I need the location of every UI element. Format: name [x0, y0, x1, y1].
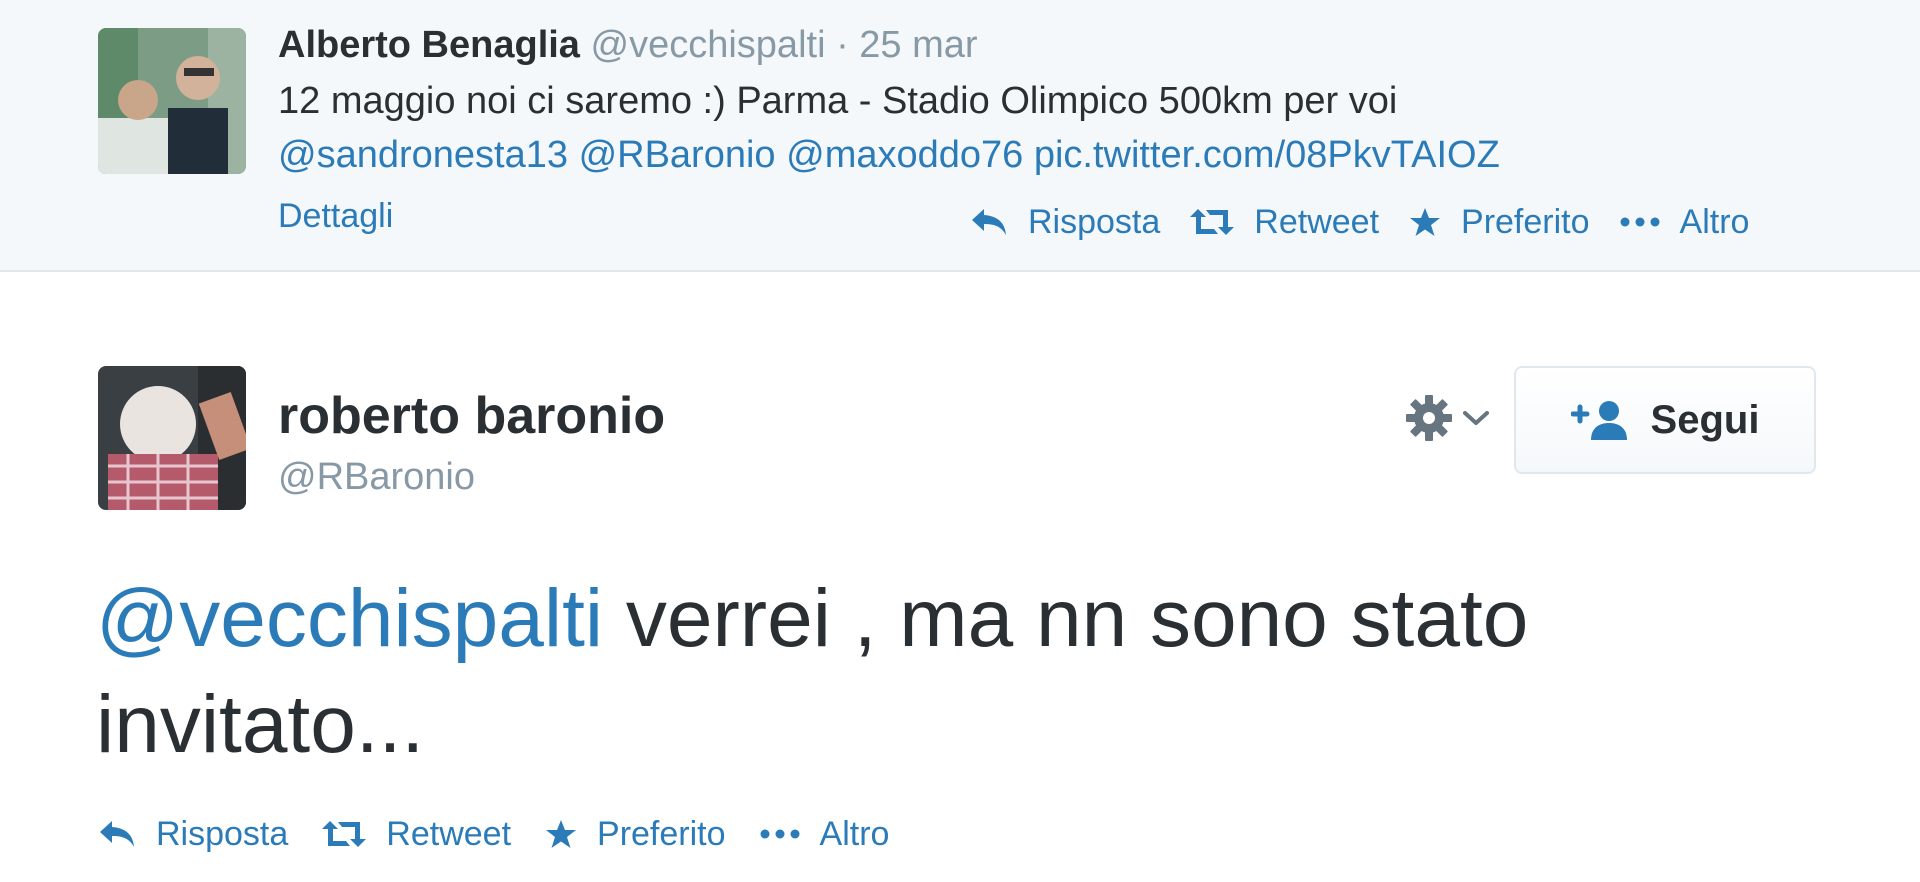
parent-tweet: Alberto Benaglia @vecchispalti · 25 mar … — [0, 0, 1920, 272]
favorite-button[interactable]: Preferito — [1409, 203, 1590, 242]
main-tweet-text: @vecchispalti verrei , ma nn sono stato … — [96, 566, 1796, 778]
retweet-button[interactable]: Retweet — [1190, 203, 1379, 242]
retweet-label: Retweet — [386, 814, 512, 853]
parent-tweet-date[interactable]: 25 mar — [859, 24, 977, 66]
favorite-button[interactable]: Preferito — [545, 815, 726, 854]
parent-tweet-actions: Risposta Retweet Preferito Altro — [970, 196, 1749, 248]
mention-link[interactable]: @maxoddo76 — [786, 134, 1023, 176]
reply-label: Risposta — [156, 814, 289, 853]
reply-icon — [100, 821, 134, 847]
parent-tweet-text: 12 maggio noi ci saremo :) Parma - Stadi… — [278, 74, 1500, 182]
parent-author-handle[interactable]: @vecchispalti — [591, 24, 826, 66]
user-actions-menu[interactable] — [1404, 390, 1496, 446]
parent-author-name[interactable]: Alberto Benaglia — [278, 24, 580, 66]
retweet-icon — [1190, 209, 1235, 235]
more-dots-icon — [760, 829, 800, 839]
reply-button[interactable]: Risposta — [98, 815, 288, 854]
star-icon — [546, 820, 577, 848]
header-separator: · — [836, 24, 849, 66]
avatar-photo — [98, 28, 246, 174]
main-author-handle[interactable]: @RBaronio — [278, 452, 475, 502]
more-button[interactable]: Altro — [760, 814, 890, 854]
reply-icon — [972, 209, 1006, 235]
pic-link[interactable]: pic.twitter.com/08PkvTAIOZ — [1034, 134, 1500, 176]
main-author-avatar[interactable] — [98, 366, 246, 510]
parent-tweet-body: 12 maggio noi ci saremo :) Parma - Stadi… — [278, 80, 1398, 122]
more-button[interactable]: Altro — [1620, 202, 1750, 242]
chevron-down-icon — [1463, 411, 1489, 425]
reply-label: Risposta — [1028, 202, 1161, 241]
main-author-name[interactable]: roberto baronio — [278, 384, 665, 448]
favorite-label: Preferito — [597, 814, 726, 853]
retweet-label: Retweet — [1254, 202, 1380, 241]
mention-link[interactable]: @sandronesta13 — [278, 134, 568, 176]
favorite-label: Preferito — [1461, 202, 1590, 241]
main-tweet-actions: Risposta Retweet Preferito Altro — [98, 806, 889, 862]
gear-icon — [1406, 395, 1452, 441]
follow-label: Segui — [1650, 397, 1760, 442]
avatar-photo — [98, 366, 246, 510]
retweet-icon — [322, 821, 367, 847]
reply-button[interactable]: Risposta — [970, 203, 1160, 242]
more-dots-icon — [1620, 217, 1660, 227]
parent-author-avatar[interactable] — [98, 28, 246, 174]
mention-link[interactable]: @RBaronio — [579, 134, 776, 176]
add-user-icon — [1570, 401, 1627, 440]
mention-link[interactable]: @vecchispalti — [96, 573, 603, 664]
star-icon — [1410, 208, 1441, 236]
more-label: Altro — [1679, 202, 1750, 241]
follow-button[interactable]: Segui — [1514, 366, 1816, 474]
more-label: Altro — [819, 814, 890, 853]
parent-tweet-links: @sandronesta13 @RBaronio @maxoddo76 pic.… — [278, 128, 1500, 182]
details-link[interactable]: Dettagli — [278, 190, 393, 242]
parent-tweet-header: Alberto Benaglia @vecchispalti · 25 mar — [278, 20, 978, 70]
retweet-button[interactable]: Retweet — [322, 815, 511, 854]
